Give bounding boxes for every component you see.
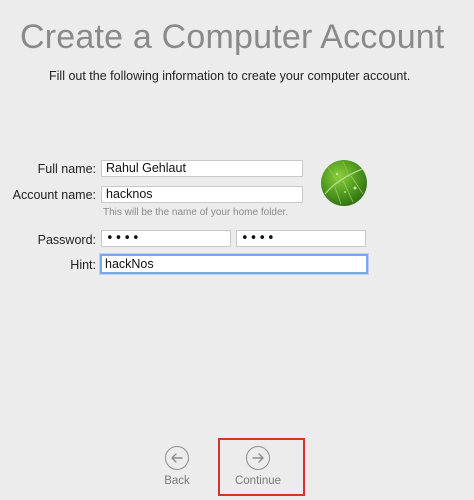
full-name-field[interactable]: Rahul Gehlaut [101, 160, 303, 177]
password-label: Password: [37, 233, 96, 247]
page-subtitle: Fill out the following information to cr… [49, 69, 411, 83]
password-field[interactable]: •••• [101, 230, 231, 247]
user-avatar-picture[interactable] [321, 160, 367, 206]
back-label: Back [164, 475, 190, 487]
account-name-field[interactable]: hacknos [101, 186, 303, 203]
leaf-icon [324, 161, 366, 205]
create-account-window: Create a Computer Account Fill out the f… [0, 0, 474, 500]
continue-highlight-box [218, 438, 305, 496]
account-name-label: Account name: [12, 188, 96, 202]
page-title: Create a Computer Account [20, 18, 445, 56]
back-button[interactable]: Back [160, 446, 194, 487]
hint-field[interactable]: hackNos [100, 254, 368, 274]
hint-label: Hint: [70, 258, 96, 272]
arrow-left-icon [165, 446, 189, 470]
full-name-label: Full name: [37, 162, 96, 176]
verify-password-field[interactable]: •••• [236, 230, 366, 247]
home-folder-helper-text: This will be the name of your home folde… [103, 207, 289, 218]
